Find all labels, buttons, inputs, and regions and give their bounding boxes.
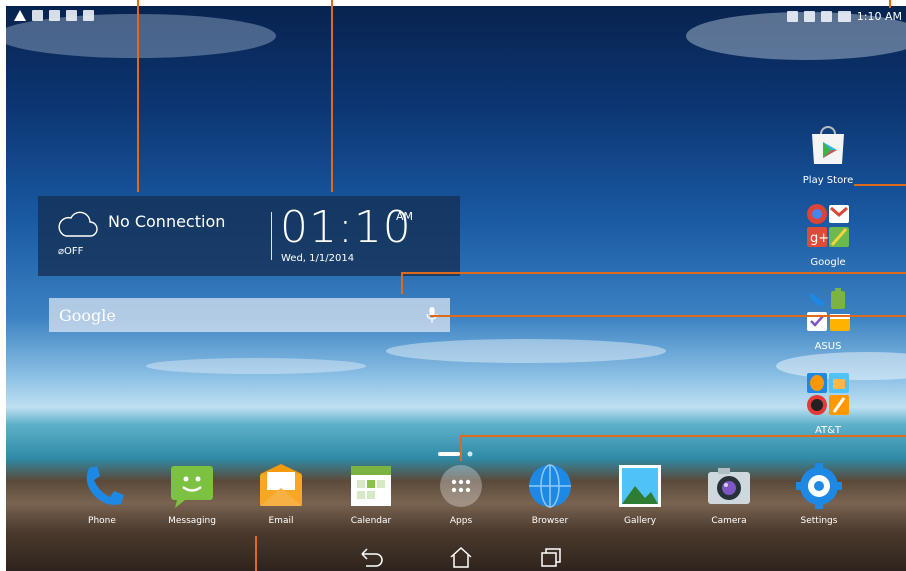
app-label: Apps	[449, 516, 473, 526]
callout-line-dock	[255, 536, 257, 571]
app-label: Messaging	[168, 516, 216, 526]
app-play-store[interactable]: Play Store	[798, 120, 858, 186]
notification-icon	[32, 10, 43, 21]
home-icon[interactable]	[446, 546, 476, 568]
play-store-icon	[812, 126, 844, 164]
status-bar: 1:10 AM	[6, 6, 906, 28]
app-label: Gallery	[623, 516, 657, 526]
phone-icon	[86, 466, 124, 505]
dock-phone[interactable]: Phone	[65, 462, 139, 526]
alert-icon	[14, 10, 26, 21]
page-indicator	[438, 451, 473, 457]
sd-card-icon	[83, 10, 94, 21]
status-time: 1:10 AM	[856, 10, 902, 23]
no-sim-icon	[820, 11, 832, 22]
messaging-icon	[171, 466, 213, 508]
apps-icon	[440, 465, 482, 507]
clock-ampm: AM	[396, 210, 414, 223]
sim-icon	[66, 10, 77, 21]
calendar-icon	[351, 466, 391, 506]
status-bar-left	[14, 10, 94, 21]
app-label: Play Store	[802, 175, 854, 186]
dock-camera[interactable]: Camera	[692, 462, 766, 526]
dock-gallery[interactable]: Gallery	[603, 462, 677, 526]
dock-apps[interactable]: Apps	[424, 462, 498, 526]
dock-calendar[interactable]: Calendar	[334, 462, 408, 526]
clock-time: 01:10	[280, 202, 412, 253]
gallery-icon	[619, 465, 661, 507]
app-label: Calendar	[350, 516, 392, 526]
app-label: Browser	[531, 516, 569, 526]
nav-bar	[6, 544, 906, 571]
widget-divider	[271, 212, 272, 260]
cloud-icon	[58, 211, 98, 237]
callout-line-clock-widget	[331, 0, 333, 192]
asus-folder-icon	[807, 288, 850, 331]
folder-att[interactable]: AT&T	[798, 370, 858, 436]
email-icon	[49, 10, 60, 21]
callout-line-search-bar-v	[401, 272, 403, 294]
vibrate-icon	[786, 11, 798, 22]
camera-icon	[708, 468, 750, 504]
home-screen: 1:10 AM No Connection ⌀OFF 01:10 AM Wed,…	[6, 6, 906, 571]
callout-line-weather-widget	[137, 0, 139, 192]
weather-status: No Connection	[108, 212, 226, 231]
dock-browser[interactable]: Browser	[513, 462, 587, 526]
dock-email[interactable]: Email	[244, 462, 318, 526]
folder-asus[interactable]: ASUS	[798, 286, 858, 352]
dock-messaging[interactable]: Messaging	[155, 462, 229, 526]
callout-line-apps-v	[460, 435, 462, 461]
battery-icon	[837, 11, 851, 22]
back-icon[interactable]	[356, 546, 386, 568]
weather-toggle-label: OFF	[64, 246, 84, 257]
folder-google[interactable]: g+ Google	[798, 202, 858, 268]
callout-line-status-bar	[889, 0, 891, 8]
app-label: ASUS	[814, 341, 842, 352]
callout-line-voice-search	[430, 315, 906, 317]
att-folder-icon	[807, 373, 849, 415]
google-search-bar[interactable]: Google	[49, 298, 450, 332]
email-icon	[260, 464, 302, 506]
weather-toggle[interactable]: ⌀OFF	[58, 246, 83, 257]
clock-date: Wed, 1/1/2014	[281, 253, 355, 264]
app-label: Google	[810, 257, 846, 268]
google-folder-icon: g+	[807, 204, 849, 247]
callout-line-side-apps	[854, 184, 906, 186]
search-label: Google	[59, 306, 116, 325]
svg-text:g+: g+	[810, 231, 829, 246]
browser-icon	[529, 464, 571, 508]
app-label: Settings	[800, 516, 838, 526]
app-label: Phone	[88, 516, 116, 526]
app-label: Camera	[711, 516, 747, 526]
callout-line-search-bar-h	[401, 272, 906, 274]
app-label: Email	[268, 516, 294, 526]
no-signal-icon	[803, 11, 815, 22]
recent-apps-icon[interactable]	[536, 546, 566, 568]
callout-line-apps-h	[460, 435, 906, 437]
dock-settings[interactable]: Settings	[782, 462, 856, 526]
settings-icon	[796, 463, 842, 509]
status-bar-right: 1:10 AM	[786, 10, 902, 23]
weather-clock-widget[interactable]: No Connection ⌀OFF 01:10 AM Wed, 1/1/201…	[38, 196, 460, 276]
